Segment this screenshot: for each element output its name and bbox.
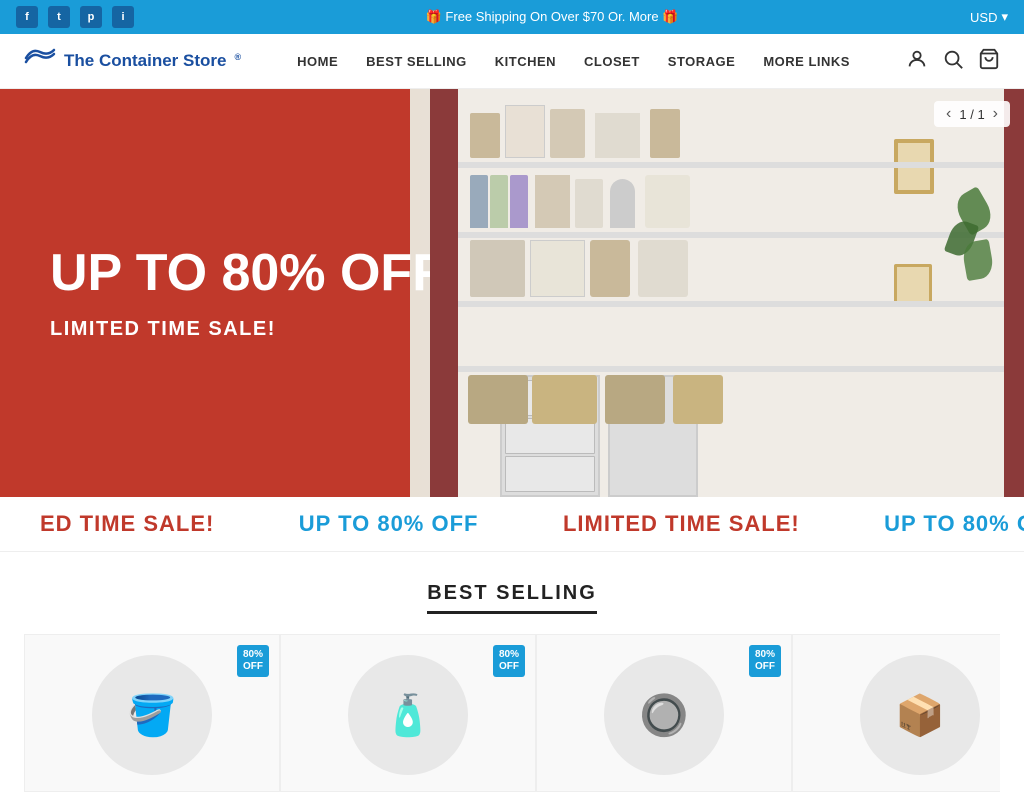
twitter-icon[interactable]: t: [48, 6, 70, 28]
discount-badge-2: 80%OFF: [749, 645, 781, 677]
product-card-2[interactable]: 80%OFF 🔘: [536, 634, 792, 792]
ticker-inner: ED TIME SALE! UP TO 80% OFF LIMITED TIME…: [0, 511, 1024, 537]
nav-more-links[interactable]: MORE LINKS: [763, 54, 850, 69]
product-card-0[interactable]: 80%OFF 🪣: [24, 634, 280, 792]
nav-best-selling[interactable]: BEST SELLING: [366, 54, 467, 69]
hero-sub-text: LIMITED TIME SALE!: [50, 318, 452, 341]
hero-main-text: UP TO 80% OFF: [50, 245, 452, 302]
product-image-0: 🪣: [92, 655, 212, 775]
product-card-1[interactable]: 80%OFF 🧴: [280, 634, 536, 792]
product-image-2: 🔘: [604, 655, 724, 775]
product-image-3: 📦: [860, 655, 980, 775]
currency-label: USD: [970, 10, 997, 25]
ticker-item-1: UP TO 80% OFF: [299, 511, 479, 537]
cart-icon[interactable]: [978, 48, 1000, 75]
hero-image: [410, 89, 1024, 497]
slide-next-button[interactable]: ›: [991, 105, 1000, 123]
nav-closet[interactable]: CLOSET: [584, 54, 640, 69]
currency-selector[interactable]: USD ▾: [970, 9, 1008, 25]
pinterest-icon[interactable]: p: [80, 6, 102, 28]
header: The Container Store ® HOME BEST SELLING …: [0, 34, 1024, 89]
product-row: 80%OFF 🪣 80%OFF 🧴 80%OFF 🔘 80%OFF 📦: [24, 634, 1000, 792]
main-nav: HOME BEST SELLING KITCHEN CLOSET STORAGE…: [297, 54, 850, 69]
search-icon[interactable]: [942, 48, 964, 75]
account-icon[interactable]: [906, 48, 928, 75]
instagram-icon[interactable]: i: [112, 6, 134, 28]
ticker-item-0: ED TIME SALE!: [40, 511, 214, 537]
header-actions: [906, 48, 1000, 75]
discount-badge-0: 80%OFF: [237, 645, 269, 677]
section-title: BEST SELLING: [427, 582, 597, 614]
shipping-notice: 🎁 Free Shipping On Over $70 Or. More 🎁: [134, 9, 970, 25]
nav-storage[interactable]: STORAGE: [668, 54, 736, 69]
top-bar: f t p i 🎁 Free Shipping On Over $70 Or. …: [0, 0, 1024, 34]
logo-text: The Container Store: [64, 51, 226, 71]
hero-text: UP TO 80% OFF LIMITED TIME SALE!: [0, 205, 492, 381]
logo-icon: [24, 46, 56, 76]
ticker-item-2: LIMITED TIME SALE!: [563, 511, 800, 537]
slide-counter: 1 / 1: [959, 107, 984, 122]
nav-home[interactable]: HOME: [297, 54, 338, 69]
currency-chevron-icon: ▾: [1001, 9, 1008, 25]
nav-kitchen[interactable]: KITCHEN: [495, 54, 556, 69]
social-links: f t p i: [16, 6, 134, 28]
slide-prev-button[interactable]: ‹: [944, 105, 953, 123]
logo[interactable]: The Container Store ®: [24, 46, 241, 76]
ticker-bar: ED TIME SALE! UP TO 80% OFF LIMITED TIME…: [0, 497, 1024, 552]
slide-controls: ‹ 1 / 1 ›: [934, 101, 1010, 127]
product-image-1: 🧴: [348, 655, 468, 775]
ticker-item-3: UP TO 80% OF: [884, 511, 1024, 537]
product-card-3[interactable]: 80%OFF 📦: [792, 634, 1000, 792]
hero-banner: UP TO 80% OFF LIMITED TIME SALE!: [0, 89, 1024, 497]
discount-badge-1: 80%OFF: [493, 645, 525, 677]
best-selling-section: BEST SELLING 80%OFF 🪣 80%OFF 🧴 80%OFF 🔘 …: [0, 552, 1024, 792]
facebook-icon[interactable]: f: [16, 6, 38, 28]
